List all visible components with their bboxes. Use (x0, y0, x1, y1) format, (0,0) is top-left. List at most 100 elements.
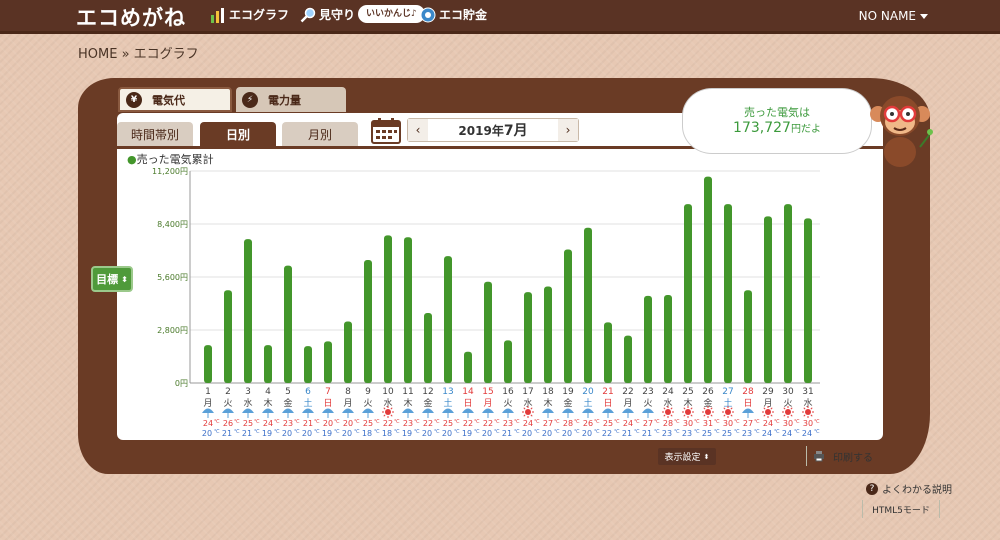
legend-dot-icon: ● (127, 153, 137, 166)
sun-icon (725, 409, 731, 415)
current-month-label: 7月 (503, 123, 528, 139)
temp-low-label: 24 (762, 429, 772, 438)
temp-low-label: 21 (622, 429, 632, 438)
tab-electricity-amount[interactable]: ⚡ 電力量 (236, 87, 346, 112)
bar (204, 345, 212, 383)
sun-ray (783, 414, 786, 417)
daily-bar-chart: 0円2,800円5,600円8,400円11,200円1月24 ℃20 ℃2火26 ℃… (152, 167, 820, 438)
y-tick-label: 2,800円 (157, 326, 188, 335)
temp-low-label: 20 (542, 429, 552, 438)
temp-low-label: 21 (642, 429, 652, 438)
html5-mode-button[interactable]: HTML5モード (862, 500, 940, 518)
bar (444, 256, 452, 383)
chevron-down-icon (920, 14, 928, 19)
temp-high-label: 30 (723, 419, 733, 428)
temp-low-unit: ℃ (634, 429, 640, 435)
nav-eco-graph-label: エコグラフ (229, 8, 290, 22)
next-month-button[interactable]: › (558, 119, 578, 141)
tab-daily[interactable]: 日別 (200, 122, 276, 146)
help-link[interactable]: ? よくわかる説明 (866, 481, 952, 496)
lightning-icon: ⚡ (242, 91, 258, 108)
umbrella-icon (482, 408, 494, 413)
x-day-label: 13 (442, 387, 453, 397)
display-settings-button[interactable]: 表示設定 ⬍ (658, 448, 716, 465)
x-weekday-label: 火 (363, 398, 372, 409)
bar (244, 239, 252, 383)
bar (604, 322, 612, 383)
sun-ray (683, 414, 686, 417)
temp-high-unit: ℃ (774, 419, 780, 425)
tab-electricity-amount-label: 電力量 (268, 93, 301, 107)
bar (324, 341, 332, 383)
sun-icon (765, 409, 771, 415)
temp-high-label: 22 (483, 419, 493, 428)
nav-eco-savings[interactable]: エコ貯金 (420, 6, 487, 23)
temp-low-unit: ℃ (474, 429, 480, 435)
watch-status-badge: いいかんじ♪ (358, 5, 425, 23)
x-day-label: 7 (325, 387, 331, 397)
x-day-label: 4 (265, 387, 271, 397)
calendar-icon[interactable] (371, 118, 401, 144)
temp-low-label: 21 (242, 429, 252, 438)
nav-watch[interactable]: 見守り (300, 6, 355, 23)
nav-eco-graph[interactable]: エコグラフ (210, 6, 289, 23)
temp-low-label: 23 (742, 429, 752, 438)
temp-high-unit: ℃ (454, 419, 460, 425)
temp-high-label: 23 (283, 419, 293, 428)
bar (644, 295, 652, 383)
temp-low-unit: ℃ (374, 429, 380, 435)
user-menu[interactable]: NO NAME (859, 9, 928, 23)
temp-low-label: 20 (582, 429, 592, 438)
temp-low-unit: ℃ (394, 429, 400, 435)
x-weekday-label: 土 (443, 397, 452, 409)
sun-ray (383, 414, 386, 417)
print-button[interactable]: 印刷する (806, 446, 880, 466)
x-day-label: 26 (702, 387, 714, 397)
sun-ray (710, 414, 713, 417)
sun-icon (805, 409, 811, 415)
x-weekday-label: 月 (343, 398, 352, 409)
x-day-label: 6 (305, 387, 311, 397)
x-weekday-label: 月 (203, 398, 212, 409)
umbrella-icon (562, 408, 574, 413)
temp-high-label: 25 (603, 419, 613, 428)
temp-low-unit: ℃ (454, 429, 460, 435)
x-day-label: 9 (365, 387, 371, 397)
bar (404, 237, 412, 383)
temp-low-label: 20 (482, 429, 492, 438)
temp-high-label: 26 (583, 419, 593, 428)
x-day-label: 18 (542, 387, 554, 397)
umbrella-icon (302, 408, 314, 413)
prev-month-button[interactable]: ‹ (408, 119, 428, 141)
temp-high-unit: ℃ (634, 419, 640, 425)
x-weekday-label: 木 (543, 397, 552, 409)
x-day-label: 3 (245, 387, 251, 397)
temp-low-unit: ℃ (354, 429, 360, 435)
x-weekday-label: 木 (403, 397, 412, 409)
temp-high-label: 20 (343, 419, 353, 428)
tab-monthly[interactable]: 月別 (282, 122, 358, 146)
temp-low-unit: ℃ (814, 429, 820, 435)
x-day-label: 16 (502, 387, 514, 397)
month-selector: ‹ 2019年7月 › (407, 118, 579, 142)
bar (564, 249, 572, 383)
tab-hourly[interactable]: 時間帯別 (117, 122, 193, 146)
sun-ray (770, 414, 773, 417)
umbrella-icon (542, 408, 554, 413)
temp-low-label: 25 (702, 429, 712, 438)
bar (524, 292, 532, 383)
temp-high-label: 30 (683, 419, 693, 428)
x-day-label: 29 (762, 387, 774, 397)
goal-button[interactable]: 目標 ⬍ (91, 266, 133, 292)
nav-watch-label: 見守り (319, 8, 356, 22)
temp-low-label: 20 (522, 429, 532, 438)
tab-electricity-cost[interactable]: ¥ 電気代 (118, 87, 232, 112)
app-logo[interactable]: エコめがね (76, 2, 186, 32)
temp-low-label: 20 (422, 429, 432, 438)
temp-low-label: 25 (722, 429, 732, 438)
temp-low-label: 18 (362, 429, 372, 438)
bar (264, 345, 272, 383)
sun-icon (385, 409, 391, 415)
breadcrumb: HOME » エコグラフ (78, 47, 199, 62)
bar (284, 265, 292, 383)
